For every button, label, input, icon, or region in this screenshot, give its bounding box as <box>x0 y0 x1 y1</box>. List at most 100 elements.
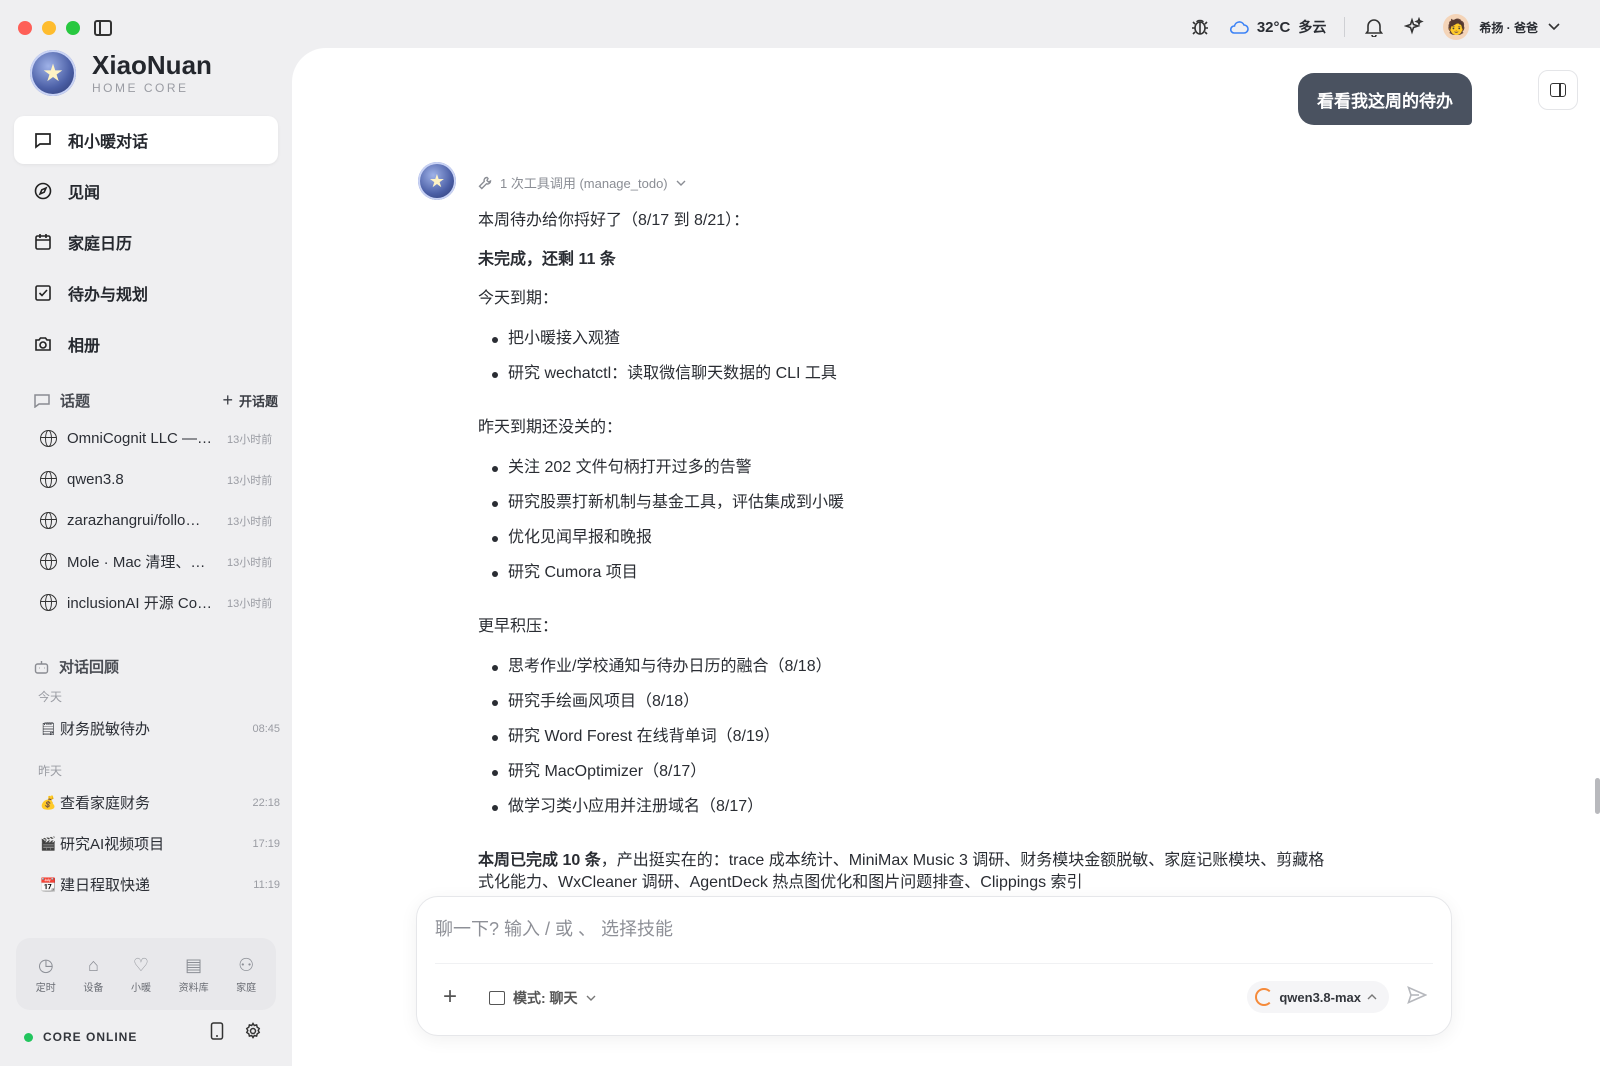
archive-icon: ▤ <box>185 954 203 975</box>
sidebar-toggle-icon[interactable] <box>94 20 112 36</box>
sparkles-icon[interactable] <box>1403 16 1425 38</box>
recap-item[interactable]: 💰 查看家庭财务 22:18 <box>40 782 280 823</box>
mode-selector[interactable]: 模式: 聊天 <box>489 988 596 1008</box>
todo-item: 研究手绘画风项目（8/18） <box>478 690 1338 725</box>
gear-icon[interactable] <box>244 1022 262 1040</box>
close-window-button[interactable] <box>18 21 32 35</box>
cloud-icon <box>1229 21 1249 34</box>
topic-item[interactable]: qwen3.8 13小时前 <box>40 459 280 500</box>
tool-call-toggle[interactable]: 1 次工具调用 (manage_todo) <box>478 173 686 192</box>
logo-star-icon: ★ <box>30 50 76 96</box>
topbar-divider <box>1344 17 1346 37</box>
user-menu[interactable]: 🧑 希扬 · 爸爸 <box>1443 14 1560 40</box>
chevron-up-icon <box>1367 994 1377 1000</box>
section-title: 今天到期： <box>478 290 559 307</box>
sidebar: ★ XiaoNuan HOME CORE 和小暖对话 见闻 家庭日历 待办与规划 <box>0 44 292 1066</box>
recap-title: 研究AI视频项目 <box>60 836 165 853</box>
status-label: CORE ONLINE <box>43 1030 138 1044</box>
send-button[interactable] <box>1407 986 1428 1010</box>
recap-title: 对话回顾 <box>59 659 120 676</box>
model-label: qwen3.8-max <box>1279 989 1361 1005</box>
chat-outline-icon <box>34 393 50 408</box>
todo-item: 思考作业/学校通知与待办日历的融合（8/18） <box>478 655 1338 690</box>
todo-item: 研究 Cumora 项目 <box>478 561 1338 596</box>
weather-condition: 多云 <box>1298 19 1327 35</box>
topic-item[interactable]: inclusionAI 开源 Co… 13小时前 <box>40 582 280 623</box>
dock-item-schedule[interactable]: ◷ 定时 <box>36 955 56 994</box>
scrollbar-thumb[interactable] <box>1595 778 1600 814</box>
right-panel-toggle-button[interactable] <box>1538 70 1578 110</box>
topics-title: 话题 <box>60 393 91 410</box>
recap-item[interactable]: 📆 建日程取快递 11:19 <box>40 864 280 905</box>
topic-title: inclusionAI 开源 Co… <box>67 595 213 612</box>
dock-label: 设备 <box>83 982 104 994</box>
dock-item-xiaonuan[interactable]: ♡ 小暖 <box>131 955 151 994</box>
zoom-window-button[interactable] <box>66 21 80 35</box>
main-nav: 和小暖对话 见闻 家庭日历 待办与规划 相册 <box>14 116 278 371</box>
answer-done: 本周已完成 10 条，产出挺实在的：trace 成本统计、MiniMax Mus… <box>478 850 1338 894</box>
model-selector[interactable]: qwen3.8-max <box>1247 981 1389 1013</box>
topic-item[interactable]: Mole · Mac 清理、… 13小时前 <box>40 541 280 582</box>
chevron-down-icon <box>586 995 596 1001</box>
topic-item[interactable]: OmniCognit LLC —… 13小时前 <box>40 418 280 459</box>
add-attachment-button[interactable]: + <box>443 985 457 1009</box>
topic-item[interactable]: zarazhangrui/follo… 13小时前 <box>40 500 280 541</box>
chat-icon <box>34 131 52 149</box>
users-icon: ⚇ <box>238 954 255 975</box>
nav-label: 见闻 <box>68 185 101 202</box>
assistant-avatar: ★ <box>418 162 456 200</box>
nav-label: 待办与规划 <box>68 287 149 304</box>
new-topic-button[interactable]: + 开话题 <box>222 390 278 411</box>
recap-list-today: 🗒 财务脱敏待办 08:45 <box>40 708 280 749</box>
day-label-today: 今天 <box>38 690 63 704</box>
recap-title: 查看家庭财务 <box>60 795 151 812</box>
topic-title: zarazhangrui/follo… <box>67 512 201 529</box>
topic-time: 13小时前 <box>227 515 273 528</box>
avatar: 🧑 <box>1443 14 1470 40</box>
recap-item[interactable]: 🗒 财务脱敏待办 08:45 <box>40 708 280 749</box>
dock-item-library[interactable]: ▤ 资料库 <box>179 955 209 994</box>
dock-item-devices[interactable]: ⌂ 设备 <box>83 955 103 994</box>
robot-icon <box>34 660 49 674</box>
composer-divider <box>435 963 1433 964</box>
nav-label: 相册 <box>68 338 101 355</box>
dock-item-family[interactable]: ⚇ 家庭 <box>236 955 256 994</box>
weather-widget[interactable]: 32°C 多云 <box>1229 17 1327 37</box>
topic-time: 13小时前 <box>227 474 273 487</box>
bug-icon[interactable] <box>1189 16 1211 38</box>
todo-item: 研究 Word Forest 在线背单词（8/19） <box>478 725 1338 760</box>
dock-label: 资料库 <box>178 982 209 994</box>
tool-call-label: 1 次工具调用 (manage_todo) <box>500 176 668 191</box>
topbar: 32°C 多云 🧑 希扬 · 爸爸 <box>1189 12 1560 42</box>
router-icon: ⌂ <box>87 954 99 975</box>
nav-item-calendar[interactable]: 家庭日历 <box>14 218 278 266</box>
send-icon <box>1407 986 1428 1004</box>
recap-time: 22:18 <box>252 796 280 809</box>
answer-summary: 未完成，还剩 11 条 <box>478 251 616 268</box>
topic-title: Mole · Mac 清理、… <box>67 554 206 571</box>
message-input[interactable] <box>435 919 1415 940</box>
heart-icon: ♡ <box>132 954 150 975</box>
nav-item-todo[interactable]: 待办与规划 <box>14 269 278 317</box>
done-count: 本周已完成 10 条 <box>478 852 601 869</box>
minimize-window-button[interactable] <box>42 21 56 35</box>
dock-label: 定时 <box>35 982 56 994</box>
bell-icon[interactable] <box>1363 16 1385 38</box>
core-status: CORE ONLINE <box>24 1030 137 1044</box>
chevron-down-icon <box>1548 23 1560 31</box>
nav-item-news[interactable]: 见闻 <box>14 167 278 215</box>
camera-icon <box>34 335 52 353</box>
recap-time: 17:19 <box>252 837 280 850</box>
recap-item[interactable]: 🎬 研究AI视频项目 17:19 <box>40 823 280 864</box>
bottom-dock: ◷ 定时 ⌂ 设备 ♡ 小暖 ▤ 资料库 ⚇ 家庭 <box>16 938 276 1010</box>
nav-item-chat[interactable]: 和小暖对话 <box>14 116 278 164</box>
sidebar-right-icon <box>1550 83 1566 97</box>
nav-item-album[interactable]: 相册 <box>14 320 278 368</box>
plus-icon: + <box>222 390 233 410</box>
tablet-icon[interactable] <box>210 1022 224 1040</box>
done-details: ，产出挺实在的：trace 成本统计、MiniMax Music 3 调研、财务… <box>478 852 1325 891</box>
chat-mode-icon <box>489 991 505 1005</box>
user-name: 希扬 · 爸爸 <box>1479 20 1538 35</box>
todo-list-yesterday: 关注 202 文件句柄打开过多的告警 研究股票打新机制与基金工具，评估集成到小暖… <box>478 456 1338 596</box>
globe-icon <box>40 594 57 611</box>
